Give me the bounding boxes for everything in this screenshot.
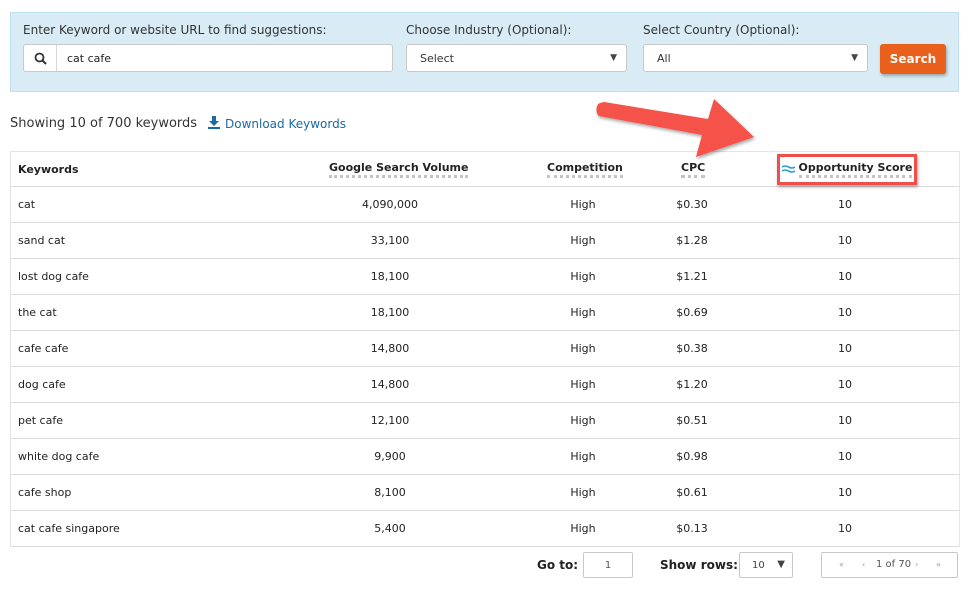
keyword-cell: cafe cafe [18,342,69,355]
rows-per-page-value: 10 [752,559,765,571]
cpc-cell: $0.98 [676,450,708,463]
competition-cell: High [570,522,596,535]
table-row[interactable]: the cat 18,100 High $0.69 10 [11,295,959,331]
keyword-cell: cafe shop [18,486,72,499]
opportunity-score-cell: 10 [838,270,852,283]
search-button[interactable]: Search [880,44,946,74]
opportunity-score-cell: 10 [838,522,852,535]
page-indicator: 1 of 70 [876,559,912,570]
keyword-cell: cat [18,198,36,211]
opportunity-score-highlight: Opportunity Score [777,154,917,185]
search-volume-cell: 5,400 [374,522,406,535]
keyword-cell: dog cafe [18,378,66,391]
competition-cell: High [570,486,596,499]
opportunity-score-cell: 10 [838,486,852,499]
keywords-table: Keywords Google Search Volume Competitio… [10,151,960,547]
last-page-button[interactable]: » [936,560,941,569]
keyword-label: Enter Keyword or website URL to find sug… [23,23,327,37]
cpc-cell: $0.51 [676,414,708,427]
keyword-input[interactable] [57,45,387,71]
wave-icon [781,163,795,176]
industry-select[interactable]: Select ▼ [406,44,627,72]
competition-cell: High [570,270,596,283]
industry-select-value: Select [420,51,454,65]
opportunity-score-cell: 10 [838,342,852,355]
search-icon [24,45,57,71]
keyword-cell: sand cat [18,234,66,247]
header-opportunity-score[interactable]: Opportunity Score [798,161,913,178]
competition-cell: High [570,234,596,247]
next-page-button[interactable]: › [915,560,918,569]
industry-label: Choose Industry (Optional): [406,23,572,37]
chevron-down-icon: ▼ [777,559,785,570]
opportunity-score-cell: 10 [838,378,852,391]
country-select[interactable]: All ▼ [643,44,868,72]
keyword-field[interactable] [23,44,393,72]
cpc-cell: $0.61 [676,486,708,499]
keyword-cell: cat cafe singapore [18,522,120,535]
opportunity-score-cell: 10 [838,450,852,463]
cpc-cell: $0.69 [676,306,708,319]
search-volume-cell: 14,800 [370,342,410,355]
prev-page-button[interactable]: ‹ [862,560,865,569]
opportunity-score-cell: 10 [838,198,852,211]
competition-cell: High [570,198,596,211]
table-row[interactable]: cafe cafe 14,800 High $0.38 10 [11,331,959,367]
table-row[interactable]: cat 4,090,000 High $0.30 10 [11,187,959,223]
search-volume-cell: 33,100 [370,234,410,247]
search-panel: Enter Keyword or website URL to find sug… [10,12,959,92]
competition-cell: High [570,414,596,427]
cpc-cell: $1.21 [676,270,708,283]
table-body: cat 4,090,000 High $0.30 10 sand cat 33,100 Hig… [11,187,959,547]
pagination: « ‹ 1 of 70 › » [821,552,958,578]
download-keywords-link[interactable]: Download Keywords [208,116,346,132]
search-volume-cell: 18,100 [370,270,410,283]
search-volume-cell: 14,800 [370,378,410,391]
cpc-cell: $1.28 [676,234,708,247]
opportunity-score-cell: 10 [838,234,852,247]
first-page-button[interactable]: « [839,560,844,569]
download-icon [208,116,220,132]
table-row[interactable]: sand cat 33,100 High $1.28 10 [11,223,959,259]
table-row[interactable]: dog cafe 14,800 High $1.20 10 [11,367,959,403]
cpc-cell: $0.30 [676,198,708,211]
competition-cell: High [570,306,596,319]
goto-label: Go to: [537,558,579,572]
country-label: Select Country (Optional): [643,23,800,37]
annotation-arrow-icon [596,99,754,157]
table-row[interactable]: cat cafe singapore 5,400 High $0.13 10 [11,511,959,547]
search-volume-cell: 9,900 [374,450,406,463]
opportunity-score-cell: 10 [838,414,852,427]
country-select-value: All [657,51,671,65]
table-row[interactable]: pet cafe 12,100 High $0.51 10 [11,403,959,439]
download-label: Download Keywords [225,117,346,131]
competition-cell: High [570,450,596,463]
table-row[interactable]: cafe shop 8,100 High $0.61 10 [11,475,959,511]
search-volume-cell: 12,100 [370,414,410,427]
table-row[interactable]: white dog cafe 9,900 High $0.98 10 [11,439,959,475]
search-volume-cell: 4,090,000 [362,198,418,211]
keyword-cell: pet cafe [18,414,63,427]
competition-cell: High [570,342,596,355]
table-row[interactable]: lost dog cafe 18,100 High $1.21 10 [11,259,959,295]
results-count: Showing 10 of 700 keywords [10,116,198,131]
goto-page-input[interactable] [583,552,633,578]
keyword-cell: white dog cafe [18,450,100,463]
table-header: Keywords Google Search Volume Competitio… [11,152,959,187]
header-keywords[interactable]: Keywords [18,163,79,176]
cpc-cell: $0.38 [676,342,708,355]
chevron-down-icon: ▼ [851,53,858,63]
search-volume-cell: 8,100 [374,486,406,499]
keyword-cell: lost dog cafe [18,270,89,283]
competition-cell: High [570,378,596,391]
keyword-cell: the cat [18,306,57,319]
header-search-volume[interactable]: Google Search Volume [329,161,469,178]
rows-per-page-select[interactable]: 10 ▼ [739,552,793,578]
cpc-cell: $0.13 [676,522,708,535]
search-volume-cell: 18,100 [370,306,410,319]
cpc-cell: $1.20 [676,378,708,391]
show-rows-label: Show rows: [660,558,738,572]
opportunity-score-cell: 10 [838,306,852,319]
chevron-down-icon: ▼ [610,53,617,63]
